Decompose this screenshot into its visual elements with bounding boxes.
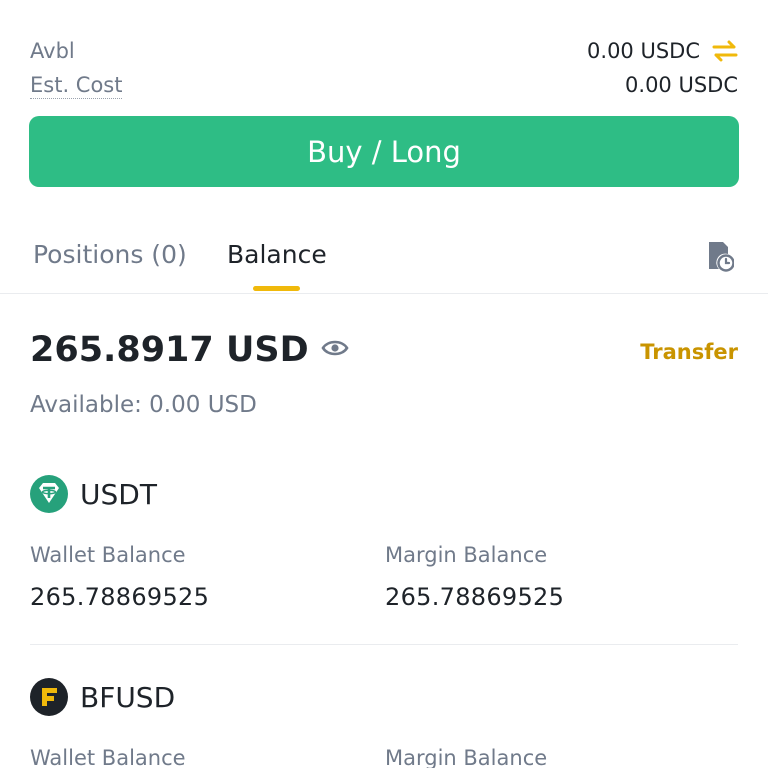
total-balance: 265.8917 USD: [30, 330, 349, 370]
wallet-balance-label: Wallet Balance: [30, 543, 186, 567]
history-icon[interactable]: [706, 240, 734, 272]
eye-icon[interactable]: [321, 338, 349, 358]
asset-header-usdt: USDT: [30, 475, 157, 513]
asset-header-bfusd: BFUSD: [30, 678, 175, 716]
est-cost-value: 0.00 USDC: [625, 73, 738, 97]
avbl-value: 0.00 USDC: [587, 39, 700, 63]
chevron-down-icon[interactable]: [728, 0, 738, 4]
buy-long-button[interactable]: Buy / Long: [29, 116, 739, 187]
tab-positions[interactable]: Positions (0): [33, 240, 187, 269]
avbl-value-wrap: 0.00 USDC: [587, 39, 738, 63]
transfer-link[interactable]: Transfer: [640, 340, 738, 364]
wallet-balance-value: 265.78869525: [30, 583, 210, 611]
positions-balance-tabs: Positions (0) Balance: [0, 230, 768, 294]
asset-name-usdt: USDT: [80, 477, 157, 511]
bfusd-icon: [30, 678, 68, 716]
active-tab-indicator: [253, 286, 300, 291]
tab-balance[interactable]: Balance: [227, 240, 327, 269]
tether-icon: [30, 475, 68, 513]
wallet-balance-label: Wallet Balance: [30, 746, 186, 768]
available-row: Avbl 0.00 USDC: [30, 36, 738, 66]
margin-balance-label: Margin Balance: [385, 746, 548, 768]
asset-divider: [30, 644, 738, 645]
asset-name-bfusd: BFUSD: [80, 680, 176, 714]
total-balance-value: 265.8917 USD: [30, 330, 309, 370]
swap-arrows-icon[interactable]: [712, 40, 738, 62]
available-balance: Available: 0.00 USD: [30, 392, 257, 418]
margin-balance-value: 265.78869525: [385, 583, 565, 611]
est-cost-label[interactable]: Est. Cost: [30, 72, 123, 99]
avbl-label: Avbl: [30, 39, 75, 63]
est-cost-row: Est. Cost 0.00 USDC: [30, 70, 738, 100]
margin-balance-label: Margin Balance: [385, 543, 548, 567]
